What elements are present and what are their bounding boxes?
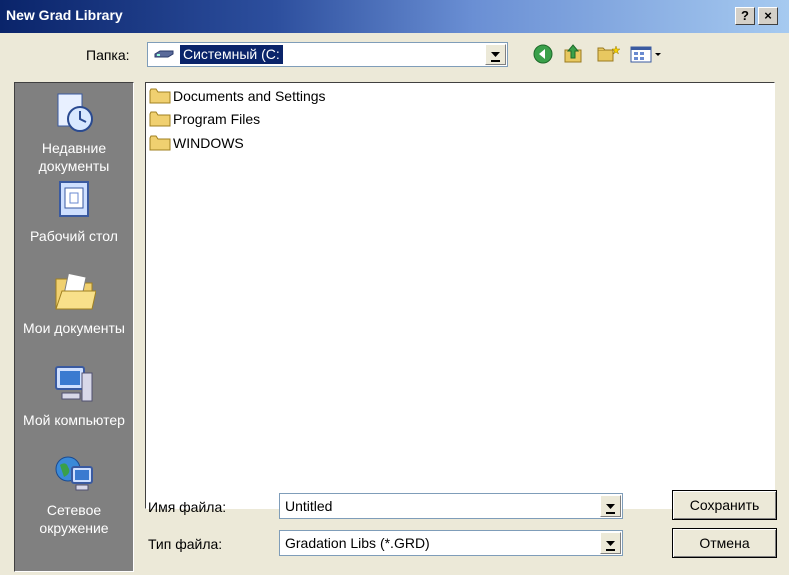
network-icon [55,456,93,491]
drive-icon [154,50,174,58]
save-button[interactable]: Сохранить [672,490,777,520]
chevron-down-icon [491,52,500,62]
place-label: Мой компьютер [23,412,125,428]
list-item[interactable]: Program Files [149,109,260,129]
file-name: Program Files [173,111,261,127]
view-menu-icon[interactable] [630,44,664,64]
place-label: Недавние документы [38,140,110,174]
my-computer-icon [55,366,93,402]
title-bar: New Grad Library ? × [0,0,789,33]
save-dialog: Папка: Системный (C: Недавние документы … [0,33,789,575]
folder-icon [149,135,171,151]
my-documents-icon [55,272,96,310]
cancel-button[interactable]: Отмена [672,528,777,558]
place-label: Сетевое окружение [39,502,109,536]
place-desktop[interactable]: Рабочий стол [15,179,133,245]
filetype-label: Тип файла: [148,536,223,552]
folder-icon [149,88,171,104]
lookin-label: Папка: [86,47,130,63]
chevron-down-icon [606,504,615,514]
filetype-select[interactable]: Gradation Libs (*.GRD) [279,530,623,556]
places-bar: Недавние документы Рабочий стол Мои доку… [14,82,134,572]
file-name: WINDOWS [173,135,244,151]
filetype-value: Gradation Libs (*.GRD) [285,535,430,551]
place-my-documents[interactable]: Мои документы [15,271,133,337]
recent-documents-icon [57,93,93,132]
chevron-down-icon [606,541,615,551]
help-button[interactable]: ? [735,7,755,25]
list-item[interactable]: Documents and Settings [149,86,326,106]
window-title: New Grad Library [6,7,123,23]
place-my-computer[interactable]: Мой компьютер [15,363,133,429]
place-network[interactable]: Сетевое окружение [15,453,133,537]
filename-dropdown-button[interactable] [600,495,621,517]
filetype-dropdown-button[interactable] [600,532,621,554]
lookin-dropdown-button[interactable] [485,44,506,65]
up-folder-icon[interactable] [563,44,585,64]
list-item[interactable]: WINDOWS [149,133,244,153]
place-label: Мои документы [22,320,125,336]
filename-label: Имя файла: [148,499,227,515]
file-name: Documents and Settings [173,88,326,104]
folder-icon [149,111,171,127]
lookin-value: Системный (C: [180,45,283,64]
new-folder-icon[interactable] [597,44,621,64]
file-list[interactable]: Documents and Settings Program Files WIN… [145,82,775,509]
desktop-icon [59,181,89,217]
filename-input[interactable]: Untitled [279,493,623,519]
place-label: Рабочий стол [30,228,118,244]
close-button[interactable]: × [758,7,778,25]
back-icon[interactable] [533,44,553,64]
filename-value: Untitled [285,498,333,514]
lookin-combo[interactable]: Системный (C: [147,42,508,67]
place-recent[interactable]: Недавние документы [15,91,133,175]
